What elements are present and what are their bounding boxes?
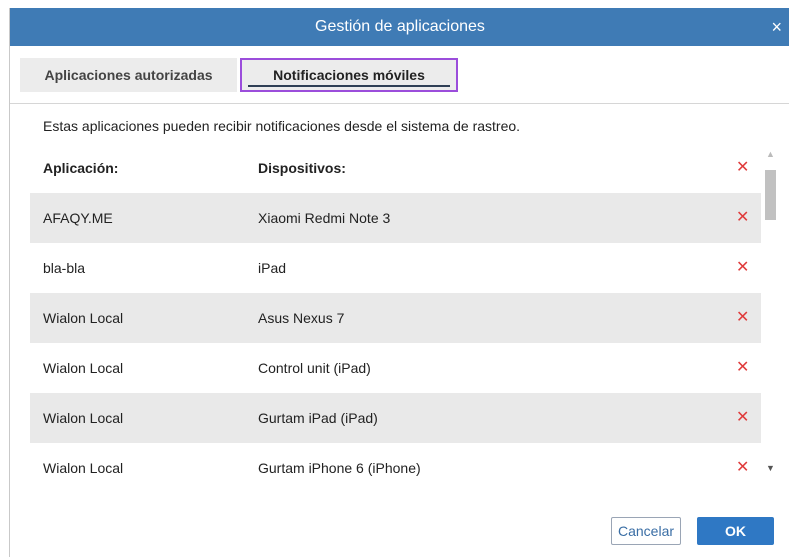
tab-bar: Aplicaciones autorizadas Notificaciones … — [10, 46, 789, 104]
cancel-button[interactable]: Cancelar — [611, 517, 681, 545]
delete-icon[interactable]: ✕ — [736, 410, 749, 426]
device-name: iPad — [258, 260, 287, 276]
scroll-down-icon[interactable]: ▼ — [762, 460, 779, 476]
table-row: AFAQY.ME Xiaomi Redmi Note 3 ✕ — [30, 193, 761, 243]
device-name: Control unit (iPad) — [258, 360, 371, 376]
app-name: Wialon Local — [43, 410, 124, 426]
app-management-dialog: Gestión de aplicaciones × Aplicaciones a… — [9, 8, 789, 557]
tab-label: Notificaciones móviles — [273, 67, 425, 83]
delete-icon[interactable]: ✕ — [736, 360, 749, 376]
table-row: Wialon Local Asus Nexus 7 ✕ — [30, 293, 761, 343]
app-name: Wialon Local — [43, 460, 124, 476]
device-name: Gurtam iPad (iPad) — [258, 410, 378, 426]
scroll-thumb[interactable] — [765, 170, 776, 220]
dialog-title: Gestión de aplicaciones — [315, 18, 485, 35]
ok-button[interactable]: OK — [697, 517, 774, 545]
delete-icon[interactable]: ✕ — [736, 310, 749, 326]
active-tab-underline — [248, 85, 450, 87]
close-icon[interactable]: × — [771, 18, 782, 36]
device-name: Xiaomi Redmi Note 3 — [258, 210, 391, 226]
app-name: Wialon Local — [43, 360, 124, 376]
header-application: Aplicación: — [43, 160, 119, 176]
table-row: Wialon Local Control unit (iPad) ✕ — [30, 343, 761, 393]
table-row: Wialon Local Gurtam iPad (iPad) ✕ — [30, 393, 761, 443]
device-name: Gurtam iPhone 6 (iPhone) — [258, 460, 421, 476]
tab-authorized-apps[interactable]: Aplicaciones autorizadas — [20, 58, 237, 92]
app-name: Wialon Local — [43, 310, 124, 326]
scroll-up-icon[interactable]: ▲ — [762, 146, 779, 162]
app-name: bla-bla — [43, 260, 86, 276]
table-row: Wialon Local Gurtam iPhone 6 (iPhone) ✕ — [30, 443, 761, 481]
delete-icon[interactable]: ✕ — [736, 260, 749, 276]
apps-table: Aplicación: Dispositivos: ✕ AFAQY.ME Xia… — [30, 143, 761, 481]
delete-all-icon[interactable]: ✕ — [736, 160, 749, 176]
device-name: Asus Nexus 7 — [258, 310, 345, 326]
tab-label: Aplicaciones autorizadas — [44, 67, 213, 83]
app-name: AFAQY.ME — [43, 210, 113, 226]
delete-icon[interactable]: ✕ — [736, 460, 749, 476]
tab-mobile-notifications[interactable]: Notificaciones móviles — [240, 58, 458, 92]
dialog-titlebar: Gestión de aplicaciones × — [10, 8, 789, 46]
table-scrollbar[interactable]: ▲ ▼ — [762, 146, 779, 476]
description-text: Estas aplicaciones pueden recibir notifi… — [43, 118, 521, 134]
table-row: bla-bla iPad ✕ — [30, 243, 761, 293]
header-devices: Dispositivos: — [258, 160, 346, 176]
delete-icon[interactable]: ✕ — [736, 210, 749, 226]
table-header-row: Aplicación: Dispositivos: ✕ — [30, 143, 761, 193]
